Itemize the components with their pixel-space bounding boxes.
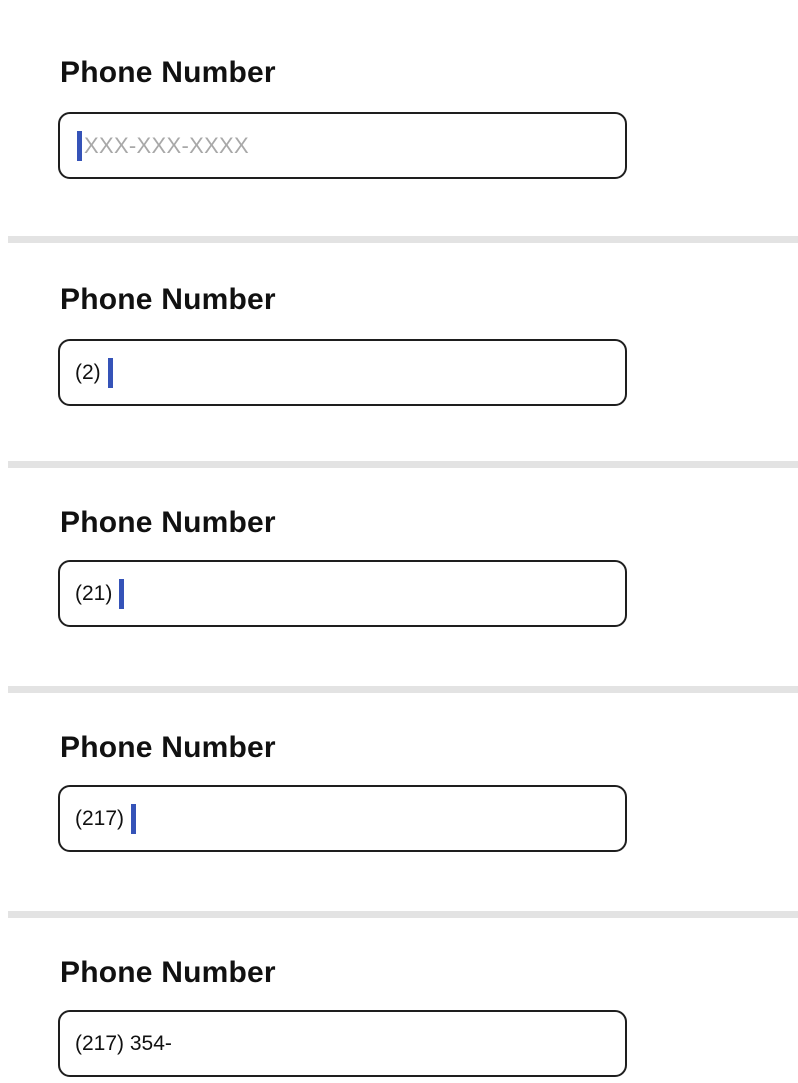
phone-number-label: Phone Number bbox=[60, 731, 276, 764]
text-caret bbox=[77, 130, 82, 161]
phone-field-step-2: Phone Number (2) bbox=[0, 243, 798, 461]
phone-number-label: Phone Number bbox=[60, 283, 276, 316]
phone-number-value: (2) bbox=[75, 360, 101, 384]
phone-number-label: Phone Number bbox=[60, 956, 276, 989]
phone-number-value: (217) 354- bbox=[75, 1031, 172, 1055]
phone-number-value: (21) bbox=[75, 581, 113, 605]
text-caret bbox=[107, 357, 113, 388]
section-divider bbox=[8, 236, 798, 243]
phone-field-step-4: Phone Number (217) bbox=[0, 693, 798, 911]
phone-number-label: Phone Number bbox=[60, 56, 276, 89]
phone-number-value: (217) bbox=[75, 806, 125, 830]
phone-field-step-1: Phone Number XXX-XXX-XXXX bbox=[0, 0, 798, 236]
section-divider bbox=[8, 461, 798, 468]
section-divider bbox=[8, 686, 798, 693]
phone-number-label: Phone Number bbox=[60, 506, 276, 539]
phone-number-input[interactable]: (217) bbox=[58, 785, 627, 852]
section-divider bbox=[8, 911, 798, 918]
phone-number-input[interactable]: (2) bbox=[58, 339, 627, 406]
phone-number-input[interactable]: XXX-XXX-XXXX bbox=[58, 112, 627, 179]
text-caret bbox=[119, 578, 125, 609]
phone-number-placeholder: XXX-XXX-XXXX bbox=[84, 132, 249, 158]
phone-field-step-5: Phone Number (217) 354- bbox=[0, 918, 798, 1083]
phone-number-input[interactable]: (21) bbox=[58, 560, 627, 627]
phone-field-step-3: Phone Number (21) bbox=[0, 468, 798, 686]
text-caret bbox=[131, 803, 137, 834]
phone-number-input[interactable]: (217) 354- bbox=[58, 1010, 627, 1077]
